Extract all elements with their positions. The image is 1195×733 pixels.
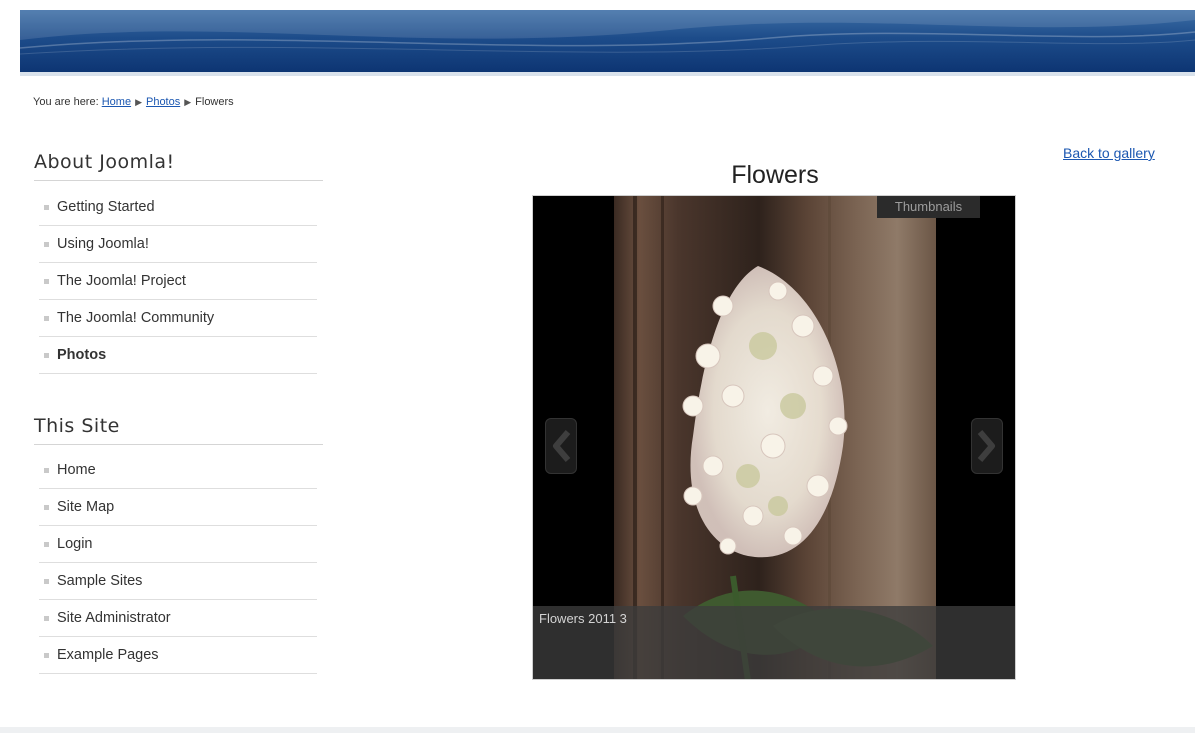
site-menu: Home Site Map Login Sample Sites Site Ad… <box>39 452 317 674</box>
footer-divider <box>0 727 1195 733</box>
menu-item-label: Example Pages <box>57 647 159 663</box>
square-bullet-icon <box>44 578 49 584</box>
menu-item-label: Getting Started <box>57 199 155 215</box>
menu-item-getting-started[interactable]: Getting Started <box>39 189 317 226</box>
menu-item-site-administrator[interactable]: Site Administrator <box>39 600 317 637</box>
back-to-gallery-link[interactable]: Back to gallery <box>1063 145 1155 161</box>
menu-item-label: Photos <box>57 347 107 363</box>
image-caption: Flowers 2011 3 <box>539 611 627 626</box>
previous-image-button[interactable] <box>545 418 577 474</box>
menu-item-sample-sites[interactable]: Sample Sites <box>39 563 317 600</box>
menu-item-label: The Joomla! Project <box>57 273 186 289</box>
breadcrumb-prefix: You are here: <box>33 96 99 108</box>
breadcrumb-current: Flowers <box>195 96 234 108</box>
square-bullet-icon <box>44 278 49 284</box>
square-bullet-icon <box>44 204 49 210</box>
image-viewer[interactable]: Thumbnails Flowers 2011 3 <box>532 195 1016 680</box>
square-bullet-icon <box>44 541 49 547</box>
breadcrumb-separator-icon: ▶ <box>184 97 192 107</box>
about-menu: Getting Started Using Joomla! The Joomla… <box>39 189 317 374</box>
breadcrumb: You are here: Home ▶ Photos ▶ Flowers <box>33 96 234 108</box>
menu-item-joomla-community[interactable]: The Joomla! Community <box>39 300 317 337</box>
square-bullet-icon <box>44 652 49 658</box>
caption-bar: Flowers 2011 3 <box>533 606 1015 679</box>
gallery-title: Flowers <box>731 161 819 189</box>
square-bullet-icon <box>44 315 49 321</box>
arrow-right-icon <box>977 430 995 462</box>
header-banner <box>20 10 1195 76</box>
menu-item-example-pages[interactable]: Example Pages <box>39 637 317 674</box>
header-wave-decoration <box>20 10 1195 55</box>
menu-item-label: Home <box>57 462 96 478</box>
menu-item-site-map[interactable]: Site Map <box>39 489 317 526</box>
menu-item-label: The Joomla! Community <box>57 310 215 326</box>
site-module-title: This Site <box>34 415 323 445</box>
menu-item-label: Site Map <box>57 499 115 515</box>
menu-item-label: Site Administrator <box>57 610 171 626</box>
menu-item-photos[interactable]: Photos <box>39 337 317 374</box>
thumbnails-button[interactable]: Thumbnails <box>877 196 980 218</box>
menu-item-label: Login <box>57 536 93 552</box>
breadcrumb-link-photos[interactable]: Photos <box>146 96 180 108</box>
menu-item-label: Sample Sites <box>57 573 143 589</box>
next-image-button[interactable] <box>971 418 1003 474</box>
menu-item-joomla-project[interactable]: The Joomla! Project <box>39 263 317 300</box>
square-bullet-icon <box>44 467 49 473</box>
breadcrumb-link-home[interactable]: Home <box>102 96 131 108</box>
square-bullet-icon <box>44 352 49 358</box>
square-bullet-icon <box>44 615 49 621</box>
about-module-title: About Joomla! <box>34 151 323 181</box>
menu-item-using-joomla[interactable]: Using Joomla! <box>39 226 317 263</box>
menu-item-home[interactable]: Home <box>39 452 317 489</box>
menu-item-login[interactable]: Login <box>39 526 317 563</box>
breadcrumb-separator-icon: ▶ <box>135 97 142 107</box>
menu-item-label: Using Joomla! <box>57 236 149 252</box>
arrow-left-icon <box>553 430 571 462</box>
square-bullet-icon <box>44 241 49 247</box>
square-bullet-icon <box>44 504 49 510</box>
